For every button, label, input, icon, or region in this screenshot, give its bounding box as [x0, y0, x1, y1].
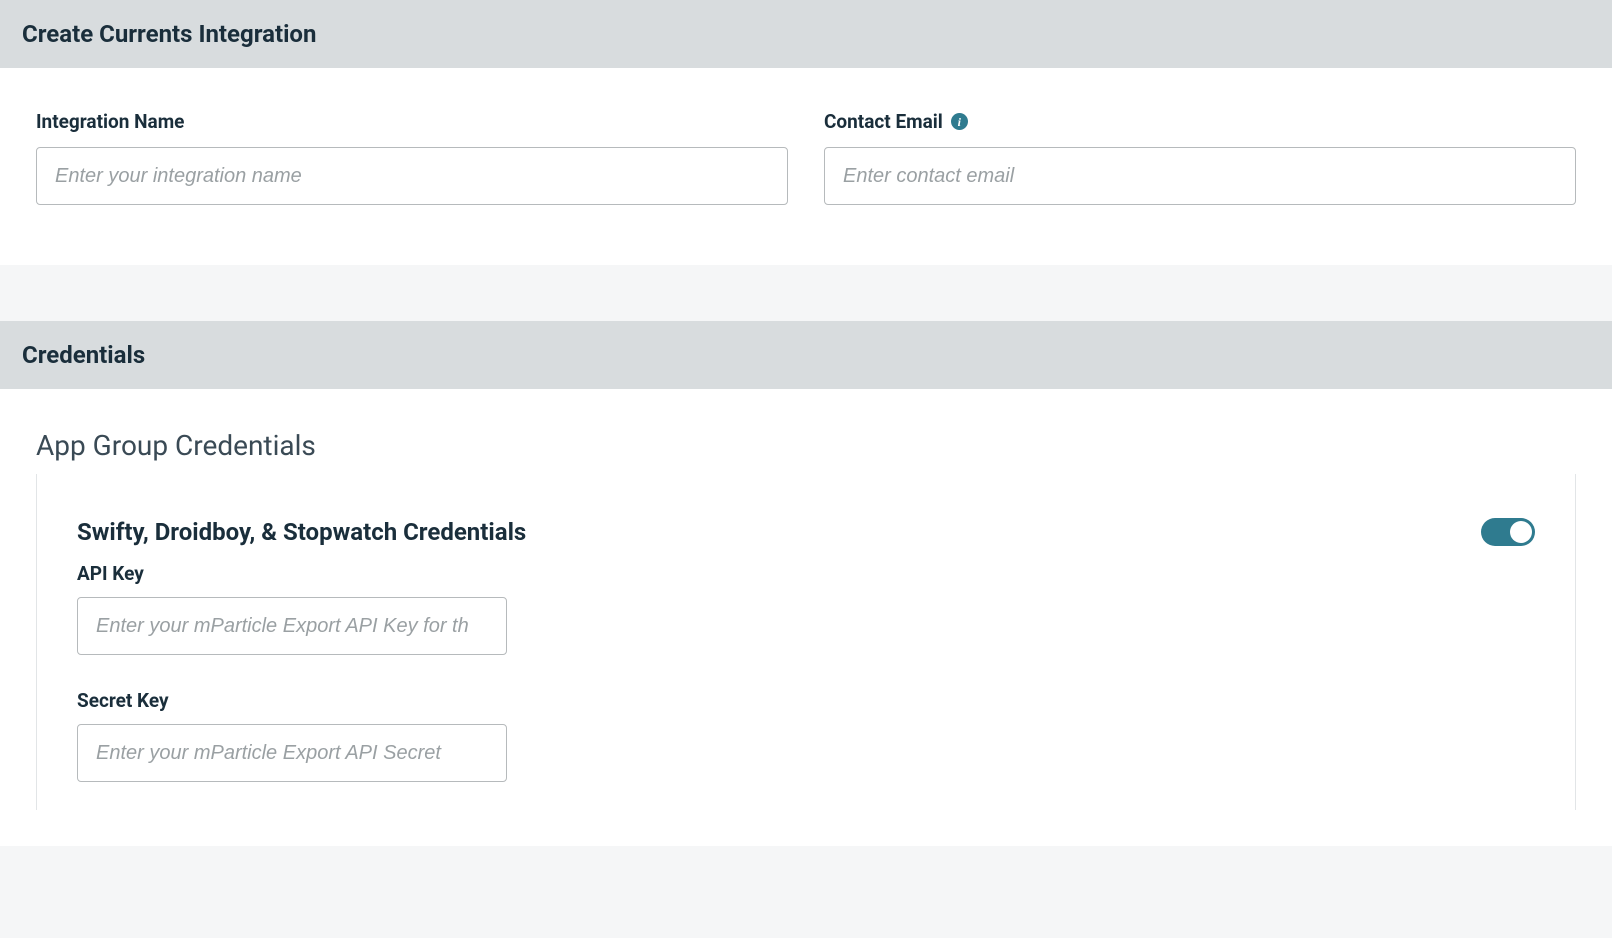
secret-key-input[interactable]	[77, 724, 507, 782]
integration-name-label: Integration Name	[36, 110, 788, 133]
subsection-title-text: App Group Credentials	[36, 429, 316, 462]
form-group-contact-email: Contact Email i	[824, 110, 1576, 205]
section-header-credentials: Credentials	[0, 321, 1612, 389]
card-title-row: Swifty, Droidboy, & Stopwatch Credential…	[77, 518, 1535, 546]
section-header-create-integration: Create Currents Integration	[0, 0, 1612, 68]
subsection-title-app-group: App Group Credentials	[0, 389, 1612, 474]
credentials-card: Swifty, Droidboy, & Stopwatch Credential…	[36, 474, 1576, 810]
credentials-card-title: Swifty, Droidboy, & Stopwatch Credential…	[77, 518, 526, 546]
integration-name-input[interactable]	[36, 147, 788, 205]
section-body-create-integration: Integration Name Contact Email i	[0, 68, 1612, 265]
contact-email-input[interactable]	[824, 147, 1576, 205]
toggle-knob	[1510, 521, 1532, 543]
integration-name-label-text: Integration Name	[36, 110, 184, 133]
api-key-label: API Key	[77, 562, 1535, 585]
contact-email-label-text: Contact Email	[824, 110, 943, 133]
api-key-input[interactable]	[77, 597, 507, 655]
form-group-integration-name: Integration Name	[36, 110, 788, 205]
secret-key-label: Secret Key	[77, 689, 1535, 712]
form-row: Integration Name Contact Email i	[36, 110, 1576, 205]
section-spacer	[0, 265, 1612, 321]
credentials-card-wrap: Swifty, Droidboy, & Stopwatch Credential…	[0, 474, 1612, 846]
section-title-credentials: Credentials	[22, 341, 145, 369]
section-title: Create Currents Integration	[22, 20, 316, 48]
info-icon[interactable]: i	[951, 113, 968, 130]
contact-email-label: Contact Email i	[824, 110, 1576, 133]
credentials-toggle[interactable]	[1481, 518, 1535, 546]
